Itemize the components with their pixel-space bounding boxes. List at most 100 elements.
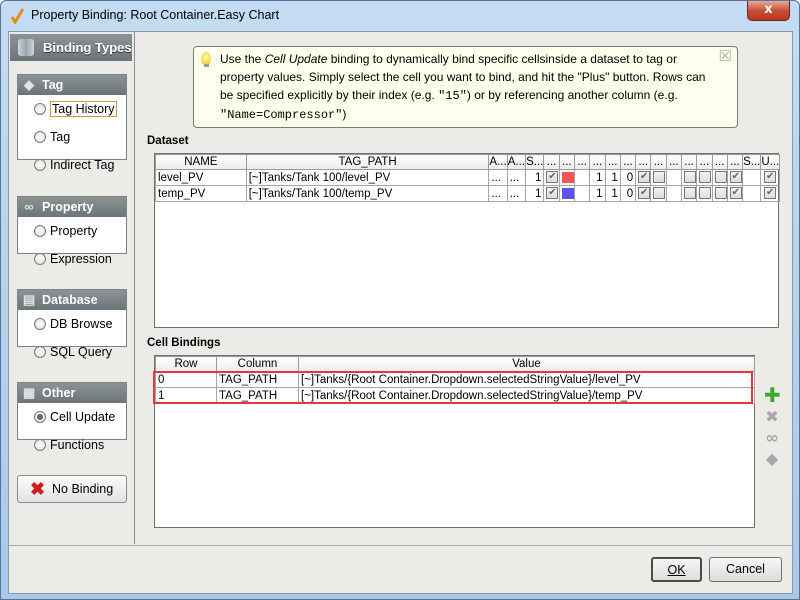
radio-sql-query[interactable]: SQL Query <box>18 338 126 366</box>
dataset-row[interactable]: temp_PV [~]Tanks/Tank 100/temp_PV...... 1 ✔… <box>155 185 780 202</box>
cell-name[interactable]: temp_PV <box>155 185 247 202</box>
cell-check[interactable]: ✔ <box>543 185 560 202</box>
cell-bindings-grid[interactable]: Row Column Value 0 TAG_PATH [~]Tanks/{Ro… <box>155 356 755 404</box>
cell-check[interactable] <box>696 169 713 186</box>
checkbox[interactable] <box>699 187 711 200</box>
radio-db-browse[interactable]: DB Browse <box>18 310 126 338</box>
cell-row-index[interactable]: 1 <box>155 387 217 404</box>
checkbox[interactable] <box>714 171 727 184</box>
cell-check[interactable] <box>650 169 667 186</box>
close-button[interactable]: x <box>747 1 790 21</box>
cell-s[interactable]: 1 <box>525 169 545 186</box>
no-binding-button[interactable]: ✖ No Binding <box>17 475 127 503</box>
cell-s[interactable]: 1 <box>525 185 545 202</box>
radio-button[interactable] <box>34 103 46 115</box>
title-bar[interactable]: Property Binding: Root Container.Easy Ch… <box>1 1 799 31</box>
dataset-column-header[interactable]: A... <box>488 154 508 170</box>
radio-tag-history[interactable]: Tag History <box>18 95 126 123</box>
cell-check[interactable]: ✔ <box>543 169 560 186</box>
dataset-column-header[interactable]: ... <box>573 154 591 170</box>
dataset-column-header[interactable]: S... <box>525 154 545 170</box>
cell-a1[interactable]: ... <box>488 185 508 202</box>
checkbox[interactable]: ✔ <box>729 171 742 184</box>
checkbox[interactable] <box>653 171 666 184</box>
add-icon[interactable]: ✚ <box>764 385 781 405</box>
dataset-column-header[interactable]: ... <box>680 154 698 170</box>
dataset-table[interactable]: NAME TAG_PATH A... A... S...................… <box>154 153 780 328</box>
dataset-column-header[interactable]: ... <box>696 154 713 170</box>
cell-check[interactable] <box>711 185 728 202</box>
cell-empty[interactable] <box>742 169 762 186</box>
cell-n1[interactable]: 1 <box>589 169 606 186</box>
cell-empty[interactable] <box>573 169 591 186</box>
cell-empty[interactable] <box>665 185 682 202</box>
cell-value[interactable]: [~]Tanks/{Root Container.Dropdown.select… <box>298 387 755 404</box>
radio-button[interactable] <box>34 346 46 358</box>
cell-check[interactable] <box>696 185 713 202</box>
tag-icon[interactable]: ◆ <box>764 451 780 467</box>
radio-tag[interactable]: Tag <box>18 123 126 151</box>
column-header-column[interactable]: Column <box>216 356 299 372</box>
radio-button[interactable] <box>34 159 46 171</box>
cell-n2[interactable]: 1 <box>604 169 621 186</box>
radio-functions[interactable]: Functions <box>18 431 126 459</box>
radio-button[interactable] <box>34 318 46 330</box>
dataset-column-header[interactable]: NAME <box>155 154 247 170</box>
cell-column-name[interactable]: TAG_PATH <box>216 387 299 404</box>
cancel-button[interactable]: Cancel <box>709 557 782 582</box>
radio-expression[interactable]: Expression <box>18 245 126 273</box>
cell-n3[interactable]: 0 <box>619 185 637 202</box>
cell-a2[interactable]: ... <box>506 185 527 202</box>
cell-color[interactable] <box>558 185 575 202</box>
dataset-column-header[interactable]: U... <box>760 154 780 170</box>
checkbox[interactable] <box>683 171 696 184</box>
cell-binding-row[interactable]: 1 TAG_PATH [~]Tanks/{Root Container.Drop… <box>155 387 755 404</box>
dataset-column-header[interactable]: S... <box>742 154 762 170</box>
checkbox[interactable]: ✔ <box>729 187 742 200</box>
checkbox[interactable] <box>714 187 727 200</box>
checkbox[interactable]: ✔ <box>638 187 650 200</box>
checkbox[interactable]: ✔ <box>546 171 559 184</box>
cell-empty[interactable] <box>665 169 682 186</box>
cell-check[interactable] <box>680 169 698 186</box>
cell-row-index[interactable]: 0 <box>155 371 217 388</box>
color-swatch[interactable] <box>561 171 574 183</box>
cell-name[interactable]: level_PV <box>155 169 247 186</box>
dataset-column-header[interactable]: ... <box>635 154 652 170</box>
column-header-row[interactable]: Row <box>155 356 217 372</box>
cell-empty[interactable] <box>573 185 591 202</box>
dataset-column-header[interactable]: A... <box>506 154 527 170</box>
cell-n2[interactable]: 1 <box>604 185 621 202</box>
dataset-column-header[interactable]: ... <box>650 154 667 170</box>
checkbox[interactable] <box>699 171 711 184</box>
radio-cell-update[interactable]: Cell Update <box>18 403 126 431</box>
cell-bindings-table[interactable]: Row Column Value 0 TAG_PATH [~]Tanks/{Ro… <box>154 355 755 528</box>
cell-tag-path[interactable]: [~]Tanks/Tank 100/level_PV <box>245 169 490 186</box>
cell-check[interactable] <box>680 185 698 202</box>
dataset-column-header[interactable]: ... <box>604 154 621 170</box>
cell-check[interactable]: ✔ <box>726 185 744 202</box>
checkbox[interactable]: ✔ <box>546 187 559 200</box>
column-header-value[interactable]: Value <box>298 356 755 372</box>
color-swatch[interactable] <box>561 187 574 199</box>
dataset-column-header[interactable]: ... <box>665 154 682 170</box>
radio-button[interactable] <box>34 253 46 265</box>
cell-n1[interactable]: 1 <box>589 185 606 202</box>
cell-tag-path[interactable]: [~]Tanks/Tank 100/temp_PV <box>245 185 490 202</box>
dataset-column-header[interactable]: ... <box>543 154 560 170</box>
dataset-column-header[interactable]: ... <box>711 154 728 170</box>
checkbox[interactable]: ✔ <box>764 171 777 184</box>
ok-button[interactable]: OK <box>651 557 702 582</box>
radio-button[interactable] <box>34 225 46 237</box>
cell-a1[interactable]: ... <box>488 169 508 186</box>
cell-n3[interactable]: 0 <box>619 169 637 186</box>
checkbox[interactable] <box>683 187 696 200</box>
cell-column-name[interactable]: TAG_PATH <box>216 371 299 388</box>
cell-empty[interactable] <box>742 185 762 202</box>
cell-check[interactable]: ✔ <box>635 185 652 202</box>
cell-value[interactable]: [~]Tanks/{Root Container.Dropdown.select… <box>298 371 755 388</box>
dataset-column-header[interactable]: ... <box>589 154 606 170</box>
radio-button-selected[interactable] <box>34 411 46 423</box>
link-icon[interactable]: ∞ <box>764 430 780 446</box>
dataset-column-header[interactable]: ... <box>726 154 744 170</box>
